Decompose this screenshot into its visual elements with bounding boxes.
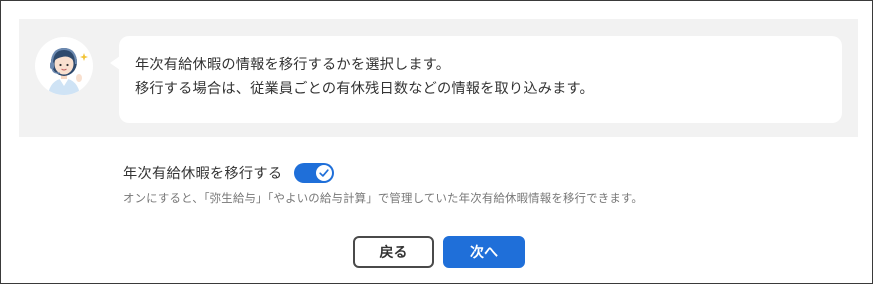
next-button[interactable]: 次へ	[443, 236, 525, 268]
message-line-1: 年次有給休暇の情報を移行するかを選択します。	[135, 57, 451, 73]
message-bubble: 年次有給休暇の情報を移行するかを選択します。 移行する場合は、従業員ごとの有休残…	[110, 36, 842, 123]
check-icon	[319, 169, 330, 177]
back-button[interactable]: 戻る	[353, 236, 434, 268]
dialog-frame: 年次有給休暇の情報を移行するかを選択します。 移行する場合は、従業員ごとの有休残…	[0, 0, 873, 284]
info-banner: 年次有給休暇の情報を移行するかを選択します。 移行する場合は、従業員ごとの有休残…	[19, 19, 858, 137]
message-line-2: 移行する場合は、従業員ごとの有休残日数などの情報を取り込みます。	[135, 81, 594, 97]
support-operator-avatar-icon	[35, 37, 93, 95]
toggle-knob	[316, 165, 333, 181]
setting-label: 年次有給休暇を移行する	[123, 166, 283, 182]
paid-leave-migration-setting: 年次有給休暇を移行する オンにすると、「弥生給与」「やよいの給与計算」で管理して…	[123, 161, 643, 206]
paid-leave-migration-toggle[interactable]	[294, 163, 335, 183]
setting-description: オンにすると、「弥生給与」「やよいの給与計算」で管理していた年次有給休暇情報を移…	[123, 191, 643, 205]
